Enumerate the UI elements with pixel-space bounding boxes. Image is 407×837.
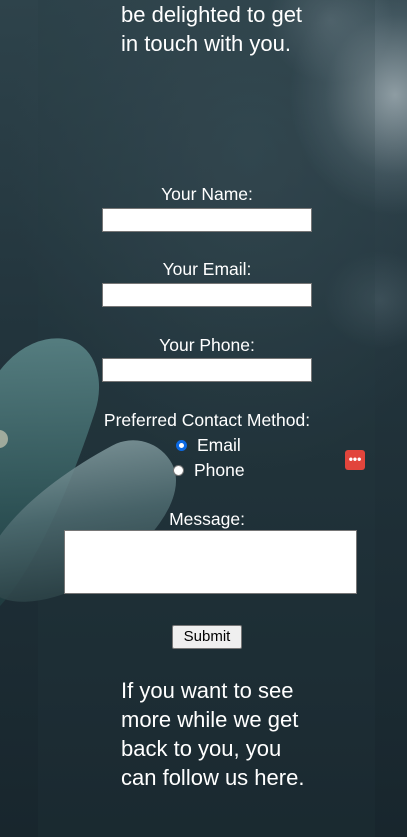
email-label: Your Email: [162, 259, 252, 279]
submit-button[interactable]: Submit [172, 625, 242, 649]
email-input[interactable] [102, 283, 312, 307]
phone-option-label: Phone [194, 460, 245, 480]
phone-label: Your Phone: [159, 335, 255, 355]
ellipsis-icon[interactable]: ••• [345, 450, 365, 470]
email-radio[interactable] [176, 439, 187, 451]
message-label: Message: [169, 509, 245, 529]
name-label: Your Name: [161, 184, 253, 204]
intro-text: be delighted to get in touch with you. [121, 2, 303, 56]
email-option-label: Email [197, 435, 241, 455]
message-textarea[interactable] [64, 530, 357, 594]
phone-radio[interactable] [173, 464, 184, 476]
contact-option-phone[interactable]: Phone [173, 459, 245, 481]
name-input[interactable] [102, 208, 312, 232]
contact-section: be delighted to get in touch with you. Y… [0, 0, 407, 837]
phone-input[interactable] [102, 358, 312, 382]
contact-option-email[interactable]: Email [176, 434, 241, 456]
contact-method-label: Preferred Contact Method: [103, 410, 311, 430]
outro-text: If you want to see more while we get bac… [121, 678, 305, 790]
